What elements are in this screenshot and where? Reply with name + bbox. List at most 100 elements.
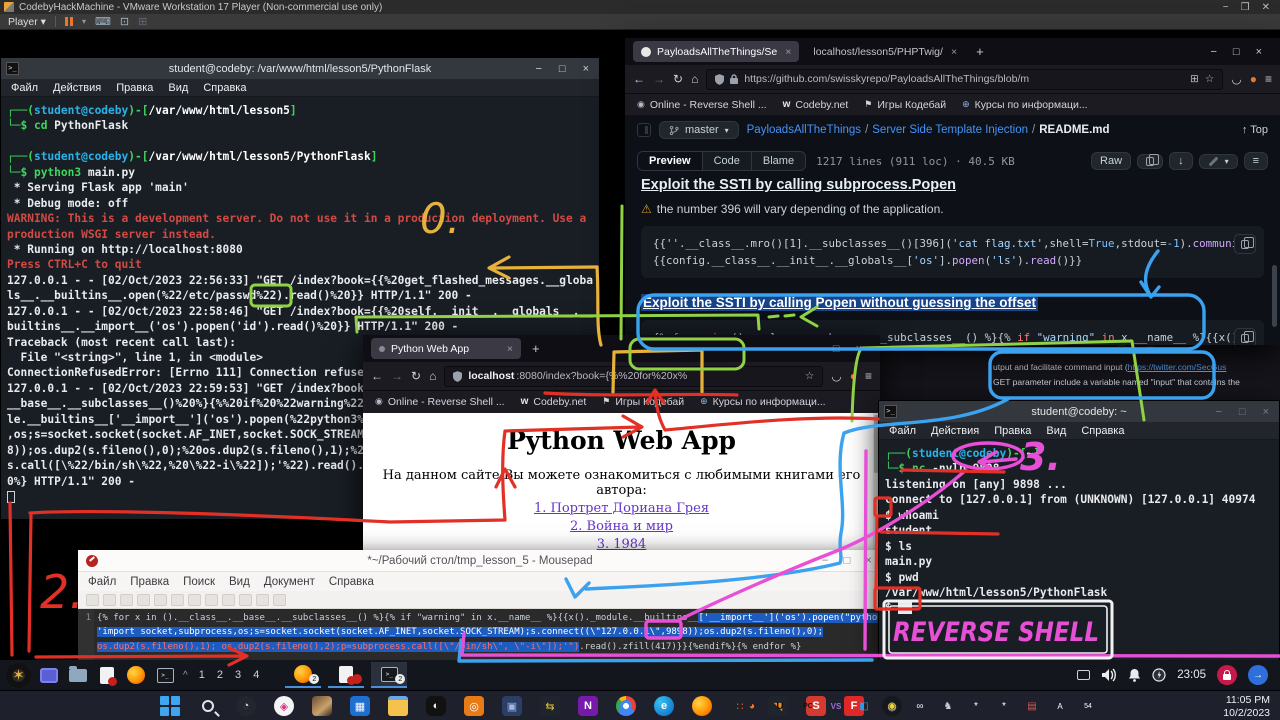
speedtest-icon[interactable]: ◔ <box>234 694 258 718</box>
terminal1-minimize-button[interactable]: − <box>535 63 541 75</box>
menu-item[interactable]: Вид <box>1046 425 1066 437</box>
github-minimize-button[interactable]: − <box>1210 46 1216 58</box>
tab-localhost-phptwig[interactable]: localhost/lesson5/PHPTwig/ × <box>805 41 965 62</box>
breadcrumb-repo[interactable]: PayloadsAllTheThings <box>747 124 861 136</box>
teal-app-icon[interactable]: ∞ <box>910 696 930 716</box>
search-icon[interactable] <box>196 694 220 718</box>
show-desktop-icon[interactable] <box>38 665 60 685</box>
pause-dropdown-icon[interactable]: ▾ <box>82 17 86 26</box>
unreal-icon[interactable]: U <box>770 696 790 716</box>
undo-icon[interactable] <box>171 594 184 606</box>
menu-item[interactable]: Файл <box>88 576 116 588</box>
lock-screen-icon[interactable] <box>1217 665 1237 685</box>
mousepad-minimize-button[interactable]: − <box>822 555 829 567</box>
calendar-icon[interactable]: ▦ <box>348 694 372 718</box>
menu-hamburger-icon[interactable]: ≡ <box>1265 72 1272 86</box>
terminal2-maximize-button[interactable]: □ <box>1239 406 1246 418</box>
webapp-minimize-button[interactable]: − <box>810 343 816 355</box>
bookmark-item[interactable]: ⊕ Курсы по информаци... <box>962 99 1087 111</box>
cube-app-icon[interactable]: ▣ <box>500 694 524 718</box>
chrome-icon[interactable] <box>614 694 638 718</box>
save-as-icon[interactable] <box>137 594 150 606</box>
taskbar-terminal-window[interactable]: >_2 <box>371 662 407 688</box>
red-gear-icon[interactable]: * <box>966 696 986 716</box>
vm-clock[interactable]: 23:05 <box>1177 669 1206 681</box>
notifications-bell-icon[interactable] <box>1128 668 1141 682</box>
pycharm-icon[interactable]: PC <box>798 696 818 716</box>
book-link-1[interactable]: 1. Портрет Дориана Грея <box>363 501 880 516</box>
terminal1-titlebar[interactable]: >_ student@codeby: /var/www/html/lesson5… <box>1 58 599 79</box>
taskbar-firefox-window[interactable]: 2 <box>285 662 321 688</box>
tab-payloadsallthethings[interactable]: PayloadsAllTheThings/Se × <box>633 41 799 62</box>
menu-item[interactable]: Действия <box>931 425 979 437</box>
tab-close-icon[interactable]: × <box>951 46 957 58</box>
redo-icon[interactable] <box>188 594 201 606</box>
bookmark-item[interactable]: w Codeby.net <box>521 396 587 408</box>
file-manager-icon[interactable] <box>67 665 89 685</box>
close-file-icon[interactable] <box>154 594 167 606</box>
portrait-icon[interactable] <box>310 694 334 718</box>
branch-selector[interactable]: master ▾ <box>659 121 739 139</box>
red-gear-icon-2[interactable]: * <box>994 696 1014 716</box>
copy-icon[interactable] <box>222 594 235 606</box>
download-button[interactable]: ↓ <box>1169 152 1193 170</box>
host-close-button[interactable]: ✕ <box>1262 2 1270 13</box>
fullscreen-icon[interactable]: ⊡ <box>120 15 129 28</box>
mousepad-close-button[interactable]: × <box>865 555 872 567</box>
cut-icon[interactable] <box>205 594 218 606</box>
contrast-app-icon[interactable]: ◐ <box>424 694 448 718</box>
bookmark-star-icon[interactable]: ☆ <box>1205 73 1214 85</box>
host-maximize-button[interactable]: ❒ <box>1241 2 1250 13</box>
windows-clock[interactable]: 11:05 PM 10/2/2023 <box>1223 694 1270 719</box>
new-tab-button[interactable]: + <box>527 341 545 356</box>
vscode-icon[interactable]: ◧ <box>854 696 874 716</box>
messenger-badge-icon[interactable]: 54 <box>1078 696 1098 716</box>
home-icon[interactable]: ⌂ <box>429 369 436 383</box>
bookmark-item[interactable]: ◉ Online - Reverse Shell ... <box>637 99 767 111</box>
terminal-launcher-icon[interactable]: >_ <box>154 665 176 685</box>
workspace-switcher[interactable]: 1 2 3 4 <box>199 669 261 681</box>
terminal1-maximize-button[interactable]: □ <box>559 63 566 75</box>
blender-icon[interactable]: ◕ <box>742 696 762 716</box>
menu-item[interactable]: Справка <box>1081 425 1124 437</box>
bookmark-item[interactable]: ⚑ Игры Кодебай <box>864 99 946 111</box>
github-urlbar[interactable]: https://github.com/swisskyrepo/PayloadsA… <box>706 69 1223 90</box>
terminal2-minimize-button[interactable]: − <box>1215 406 1221 418</box>
back-icon[interactable]: ← <box>371 369 383 383</box>
terminal2-output[interactable]: ┌──(student@codeby)-[~]└─$ nc -nvlp 9898… <box>879 441 1279 661</box>
menu-item[interactable]: Вид <box>229 576 250 588</box>
pause-button[interactable] <box>65 17 73 26</box>
logout-icon[interactable]: → <box>1248 665 1268 685</box>
extension-icon[interactable]: ● <box>850 369 857 383</box>
menu-item[interactable]: Вид <box>168 82 188 94</box>
firefox-launcher-icon[interactable] <box>125 665 147 685</box>
tab-python-web-app[interactable]: Python Web App × <box>371 338 521 359</box>
menu-item[interactable]: Правка <box>116 82 153 94</box>
terminal2-titlebar[interactable]: >_ student@codeby: ~ − □ × <box>879 401 1279 422</box>
tab-close-icon[interactable]: × <box>785 46 791 58</box>
menu-item[interactable]: Файл <box>11 82 38 94</box>
onenote-icon[interactable]: N <box>576 694 600 718</box>
breadcrumb-folder[interactable]: Server Side Template Injection <box>872 124 1028 136</box>
reload-icon[interactable]: ↻ <box>411 369 421 383</box>
chevron-up-icon[interactable]: ^ <box>183 670 188 681</box>
menu-hamburger-icon[interactable]: ≡ <box>865 369 872 383</box>
host-minimize-button[interactable]: − <box>1223 2 1229 13</box>
forward-icon[interactable]: → <box>391 369 403 383</box>
menu-item[interactable]: Файл <box>889 425 916 437</box>
orange-app-icon[interactable]: ◎ <box>462 694 486 718</box>
paste-icon[interactable] <box>239 594 252 606</box>
open-file-icon[interactable] <box>103 594 116 606</box>
heading-subprocess-popen[interactable]: Exploit the SSTI by calling subprocess.P… <box>641 177 1264 193</box>
bookmark-item[interactable]: ⚑ Игры Кодебай <box>602 396 684 408</box>
webapp-close-button[interactable]: × <box>856 343 862 355</box>
menu-item[interactable]: Правка <box>994 425 1031 437</box>
window-menu-icon[interactable] <box>1077 670 1090 680</box>
mousepad-launcher-icon[interactable] <box>96 665 118 685</box>
tab-close-icon[interactable]: × <box>507 343 513 355</box>
applications-menu-icon[interactable]: ✶ <box>6 663 31 688</box>
taskbar-mousepad-window[interactable]: • <box>328 662 364 688</box>
menu-item[interactable]: Правка <box>130 576 169 588</box>
new-tab-button[interactable]: + <box>971 44 989 59</box>
forward-icon[interactable]: → <box>653 72 665 86</box>
